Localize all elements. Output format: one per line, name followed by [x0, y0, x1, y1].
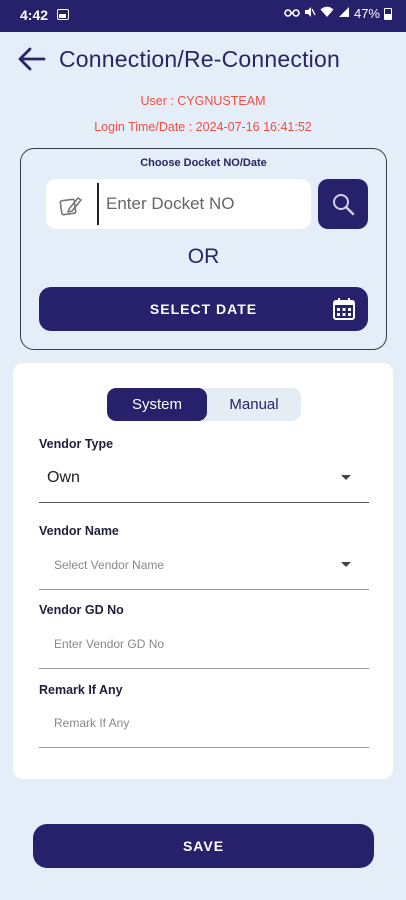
input-divider — [97, 183, 99, 225]
vendor-gd-no-underline — [39, 668, 369, 669]
remark-label: Remark If Any — [39, 683, 123, 697]
mute-icon — [304, 6, 316, 21]
status-time: 4:42 — [20, 7, 49, 23]
vendor-name-underline — [39, 589, 369, 590]
vendor-type-dropdown-icon[interactable] — [341, 475, 351, 480]
app-header: Connection/Re-Connection — [0, 40, 406, 80]
select-date-button[interactable]: SELECT DATE — [39, 287, 368, 331]
vendor-name-dropdown-icon[interactable] — [341, 562, 351, 567]
image-icon — [57, 9, 69, 20]
status-icons: 47% — [284, 6, 392, 21]
vendor-name-label: Vendor Name — [39, 524, 119, 538]
remark-input[interactable]: Remark If Any — [54, 716, 129, 730]
battery-icon — [384, 7, 392, 20]
docket-card: Choose Docket NO/Date OR SELECT DATE — [20, 148, 387, 350]
vendor-type-value[interactable]: Own — [47, 469, 80, 487]
docket-input-wrapper — [46, 179, 311, 229]
battery-percent: 47% — [353, 6, 380, 21]
toggle-manual[interactable]: Manual — [207, 388, 301, 421]
save-button[interactable]: SAVE — [33, 824, 374, 868]
status-bar: 4:42 47% — [0, 0, 406, 32]
calendar-icon — [332, 297, 356, 326]
wifi-icon — [320, 6, 334, 21]
mode-toggle: System Manual — [107, 388, 301, 421]
vendor-name-select[interactable]: Select Vendor Name — [54, 558, 164, 572]
user-info: User : CYGNUSTEAM — [140, 94, 266, 108]
vendor-type-label: Vendor Type — [39, 437, 114, 451]
signal-icon — [338, 6, 350, 21]
key-icon — [284, 6, 300, 21]
docket-input[interactable] — [106, 189, 301, 219]
vendor-gd-no-input[interactable]: Enter Vendor GD No — [54, 637, 164, 651]
back-arrow-icon[interactable] — [17, 46, 47, 72]
docket-heading: Choose Docket NO/Date — [140, 157, 267, 169]
vendor-gd-no-label: Vendor GD No — [39, 603, 124, 617]
remark-underline — [39, 747, 369, 748]
search-icon — [333, 194, 355, 216]
page-title: Connection/Re-Connection — [59, 46, 340, 72]
search-button[interactable] — [318, 179, 368, 229]
edit-document-icon — [57, 192, 83, 218]
vendor-form-card: System Manual Vendor Type Own Vendor Nam… — [13, 363, 393, 779]
toggle-system[interactable]: System — [107, 388, 207, 421]
or-separator: OR — [187, 245, 220, 268]
select-date-label: SELECT DATE — [149, 301, 258, 317]
vendor-type-underline — [39, 502, 369, 503]
login-info: Login Time/Date : 2024-07-16 16:41:52 — [94, 120, 312, 134]
